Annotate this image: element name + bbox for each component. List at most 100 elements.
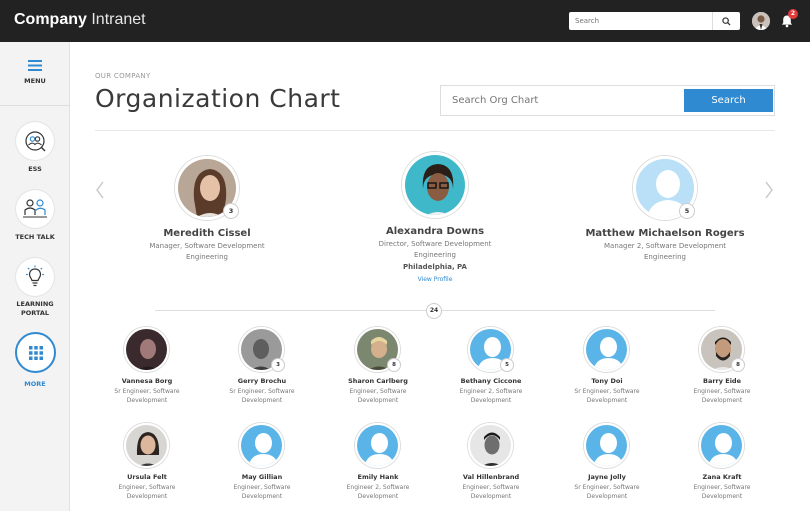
sidebar-item-learning-portal[interactable]: LEARNING PORTAL: [0, 258, 70, 328]
notification-badge: 2: [788, 9, 798, 19]
employee-dept: Development: [126, 493, 168, 500]
employee-name: Tony Doi: [591, 377, 623, 385]
section-label: OUR COMPANY: [95, 72, 151, 80]
sidebar-item-more[interactable]: MORE: [0, 332, 70, 392]
employee-name: Zana Kraft: [702, 473, 742, 481]
employee-dept: Development: [586, 397, 628, 404]
employee-card[interactable]: Jayne Jolly Sr Engineer, Software Develo…: [557, 423, 657, 503]
employee-dept: Development: [586, 493, 628, 500]
employee-dept: Development: [241, 397, 283, 404]
employee-dept: Development: [470, 397, 512, 404]
org-search-input[interactable]: [441, 86, 681, 115]
employee-title: Sr Engineer, Software: [229, 388, 295, 395]
employee-card[interactable]: Vannesa Borg Sr Engineer, Software Devel…: [97, 327, 197, 407]
employee-card[interactable]: Tony Doi Sr Engineer, Software Developme…: [557, 327, 657, 407]
employee-title: Engineer, Software: [233, 484, 291, 491]
employee-dept: Development: [701, 397, 743, 404]
employee-photo: [584, 327, 629, 372]
employee-title: Sr Engineer, Software: [574, 388, 640, 395]
chevron-right-icon[interactable]: [764, 181, 774, 199]
employee-card[interactable]: 8 Barry Eide Engineer, Software Developm…: [672, 327, 772, 407]
manager-title: Manager, Software Development: [149, 242, 265, 250]
employee-card[interactable]: 3 Gerry Brochu Sr Engineer, Software Dev…: [212, 327, 312, 407]
sidebar-item-tech-talk[interactable]: TECH TALK: [0, 190, 70, 250]
employee-card[interactable]: Ursula Felt Engineer, Software Developme…: [97, 423, 197, 503]
employee-title: Engineer 2, Software: [346, 484, 410, 491]
employee-title: Engineer, Software: [349, 388, 407, 395]
employee-photo: [468, 423, 513, 468]
manager-title: Manager 2, Software Development: [603, 242, 727, 250]
global-search-input[interactable]: [569, 12, 711, 30]
employee-photo: [124, 327, 169, 372]
sidebar-item-label: TECH TALK: [15, 233, 55, 241]
header-divider: [95, 130, 775, 131]
sidebar-item-ess[interactable]: ESS: [0, 122, 70, 182]
direct-reports-count: 24: [426, 303, 442, 319]
report-count-badge: 3: [272, 359, 284, 371]
grid-icon: [15, 332, 56, 373]
employee-photo: [355, 423, 400, 468]
page-title: Organization Chart: [95, 84, 341, 113]
employee-name: Ursula Felt: [127, 473, 167, 481]
search-button[interactable]: [712, 12, 740, 30]
report-count-badge: 5: [501, 359, 513, 371]
employee-title: Engineer, Software: [118, 484, 176, 491]
employee-card[interactable]: May Gillian Engineer, Software Developme…: [212, 423, 312, 503]
employee-photo: [124, 423, 169, 468]
report-count-badge: 3: [224, 204, 238, 218]
employee-dept: Development: [701, 493, 743, 500]
top-bar: Company Intranet 2: [0, 0, 810, 42]
menu-button[interactable]: MENU: [0, 42, 70, 106]
employee-card[interactable]: Val Hillenbrand Engineer, Software Devel…: [441, 423, 541, 503]
tech-talk-icon: [16, 190, 54, 228]
employee-dept: Development: [357, 493, 399, 500]
employee-title: Engineer, Software: [693, 484, 751, 491]
employee-photo: [699, 423, 744, 468]
manager-photo: [402, 152, 468, 218]
manager-card-selected[interactable]: Alexandra Downs Director, Software Devel…: [335, 152, 535, 286]
employee-name: Sharon Carlberg: [348, 377, 408, 385]
manager-name: Alexandra Downs: [385, 226, 485, 237]
employee-card[interactable]: 5 Bethany Ciccone Engineer 2, Software D…: [441, 327, 541, 407]
sidebar-item-label: MORE: [24, 380, 46, 388]
employee-photo: [239, 423, 284, 468]
menu-label: MENU: [24, 77, 46, 85]
employee-name: Bethany Ciccone: [460, 377, 522, 385]
manager-dept: Engineering: [644, 253, 686, 261]
employee-card[interactable]: 8 Sharon Carlberg Engineer, Software Dev…: [328, 327, 428, 407]
employee-name: Val Hillenbrand: [462, 473, 520, 481]
manager-title: Director, Software Development: [378, 240, 492, 248]
manager-card[interactable]: 3 Meredith Cissel Manager, Software Deve…: [107, 156, 307, 266]
search-icon: [722, 16, 731, 26]
employee-card[interactable]: Emily Hank Engineer 2, Software Developm…: [328, 423, 428, 503]
sidebar-item-label: LEARNING: [16, 300, 54, 308]
employee-card[interactable]: Zana Kraft Engineer, Software Developmen…: [672, 423, 772, 503]
brand-logo[interactable]: Company Intranet: [14, 11, 146, 29]
sidebar-item-label: ESS: [28, 165, 42, 173]
report-count-badge: 8: [388, 359, 400, 371]
employee-name: Gerry Brochu: [237, 377, 287, 385]
employee-name: Vannesa Borg: [121, 377, 173, 385]
employee-title: Engineer, Software: [462, 484, 520, 491]
report-count-badge: 8: [732, 359, 744, 371]
sidebar-item-label-line2: PORTAL: [20, 309, 50, 317]
employee-dept: Development: [470, 493, 512, 500]
global-search: [569, 12, 740, 30]
employee-name: Barry Eide: [703, 377, 741, 385]
employee-dept: Development: [241, 493, 283, 500]
org-search-button[interactable]: Search: [684, 89, 773, 112]
ess-icon: [16, 122, 54, 160]
user-avatar[interactable]: [752, 12, 770, 30]
sidebar: MENU ESS TECH TALK LEARNING PORTAL MORE: [0, 42, 70, 511]
employee-photo: [584, 423, 629, 468]
manager-dept: Engineering: [186, 253, 228, 261]
employee-name: May Gillian: [241, 473, 283, 481]
view-profile-link[interactable]: View Profile: [335, 276, 535, 283]
manager-dept: Engineering: [414, 251, 456, 259]
employee-dept: Development: [357, 397, 399, 404]
org-search: Search: [440, 85, 775, 116]
chevron-left-icon[interactable]: [95, 181, 105, 199]
manager-card[interactable]: 5 Matthew Michaelson Rogers Manager 2, S…: [565, 156, 765, 266]
lightbulb-icon: [16, 258, 54, 296]
employee-title: Sr Engineer, Software: [574, 484, 640, 491]
